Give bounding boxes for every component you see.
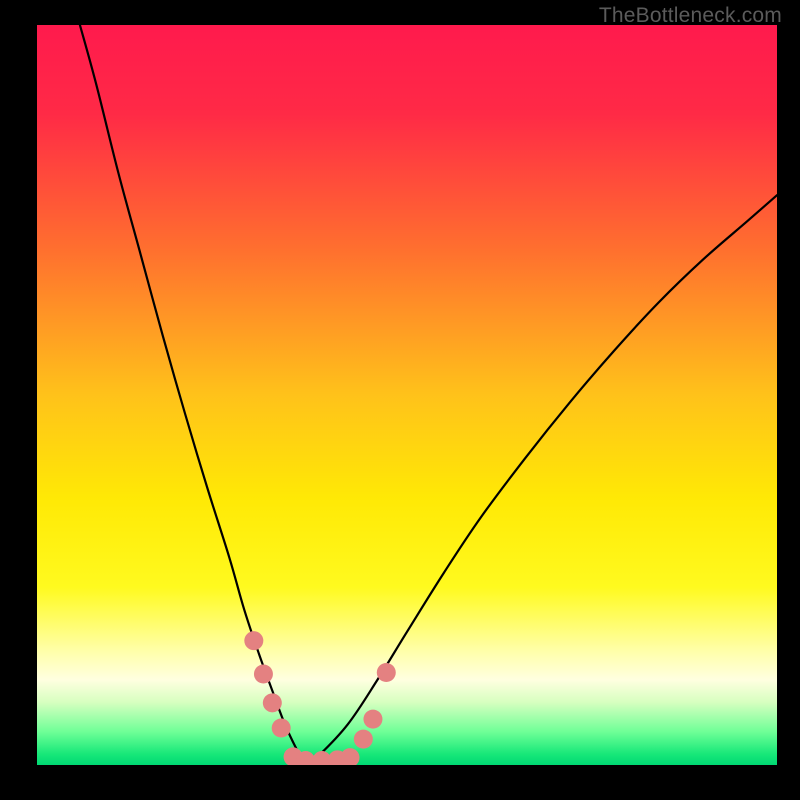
highlight-dot <box>244 631 263 650</box>
gradient-background <box>37 25 777 765</box>
chart-frame: TheBottleneck.com <box>0 0 800 800</box>
highlight-dot <box>254 664 273 683</box>
highlight-dot <box>363 710 382 729</box>
chart-canvas <box>37 25 777 765</box>
highlight-dot <box>377 663 396 682</box>
highlight-dot <box>272 719 291 738</box>
highlight-dot <box>263 693 282 712</box>
highlight-dot <box>354 730 373 749</box>
watermark-text: TheBottleneck.com <box>599 4 782 28</box>
plot-area <box>37 25 777 765</box>
